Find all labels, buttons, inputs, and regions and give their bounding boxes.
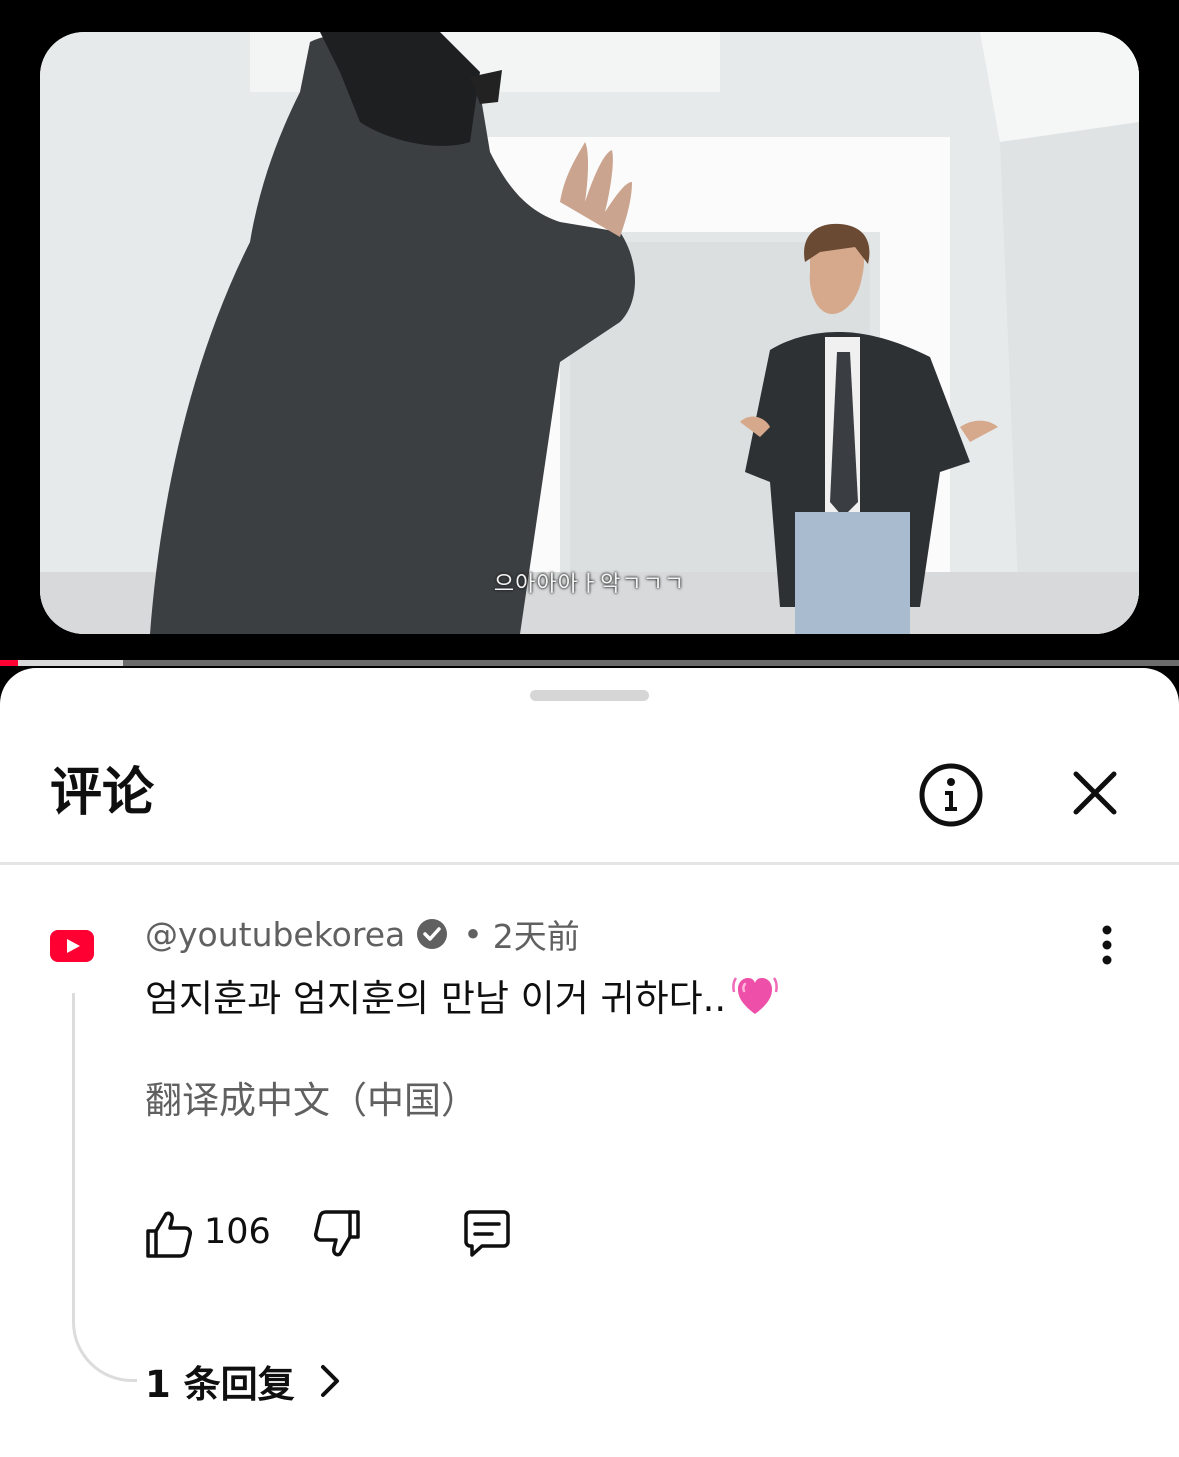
view-replies-button[interactable]: 1 条回复	[145, 1354, 347, 1408]
video-progress-bar[interactable]	[0, 660, 1179, 666]
video-subtitle: 으아아아ㅏ악ㄱㄱㄱ	[493, 572, 686, 597]
reply-thread-line	[72, 993, 137, 1382]
thumbs-up-icon	[146, 1211, 192, 1258]
info-button[interactable]	[916, 760, 986, 830]
translate-link[interactable]: 翻译成中文（中国）	[145, 1070, 478, 1124]
comment-author[interactable]: @youtubekorea	[145, 915, 405, 954]
reply-button[interactable]	[458, 1206, 514, 1262]
video-still-image	[40, 32, 1139, 634]
thumbs-down-icon	[314, 1210, 360, 1257]
progress-buffered	[0, 660, 123, 666]
video-frame[interactable]: 으아아아ㅏ악ㄱㄱㄱ	[40, 32, 1139, 634]
replies-label: 1 条回复	[145, 1363, 295, 1406]
header-divider	[0, 862, 1179, 865]
comment-time: 2天前	[492, 917, 580, 956]
comment-meta: @youtubekorea • 2天前	[145, 911, 580, 957]
like-count: 106	[204, 1212, 271, 1252]
chevron-right-icon	[320, 1365, 339, 1397]
info-circle-icon	[919, 763, 983, 827]
close-x-icon	[1073, 771, 1117, 815]
verified-check-icon	[417, 919, 448, 949]
comment-text: 엄지훈과 엄지훈의 만남 이거 귀하다..	[145, 968, 780, 1022]
youtube-logo-icon	[50, 930, 94, 962]
comments-title: 评论	[50, 763, 155, 823]
comment-body: 엄지훈과 엄지훈의 만남 이거 귀하다..	[145, 977, 727, 1020]
comments-sheet: 评论 @youtubekorea • 2天前 엄지훈과 엄지훈의 만남 이거 귀…	[0, 668, 1179, 1457]
like-button[interactable]	[140, 1206, 196, 1262]
meta-separator: •	[463, 914, 483, 954]
comment-reply-icon	[464, 1210, 510, 1257]
more-vertical-icon	[1102, 925, 1112, 965]
growing-heart-emoji	[732, 977, 779, 1014]
progress-played	[0, 660, 18, 666]
comment-avatar[interactable]	[50, 930, 94, 962]
comment-more-button[interactable]	[1090, 924, 1124, 968]
dislike-button[interactable]	[310, 1206, 366, 1262]
sheet-drag-handle[interactable]	[530, 690, 649, 701]
close-button[interactable]	[1066, 764, 1124, 822]
video-player[interactable]: 으아아아ㅏ악ㄱㄱㄱ	[0, 0, 1179, 668]
